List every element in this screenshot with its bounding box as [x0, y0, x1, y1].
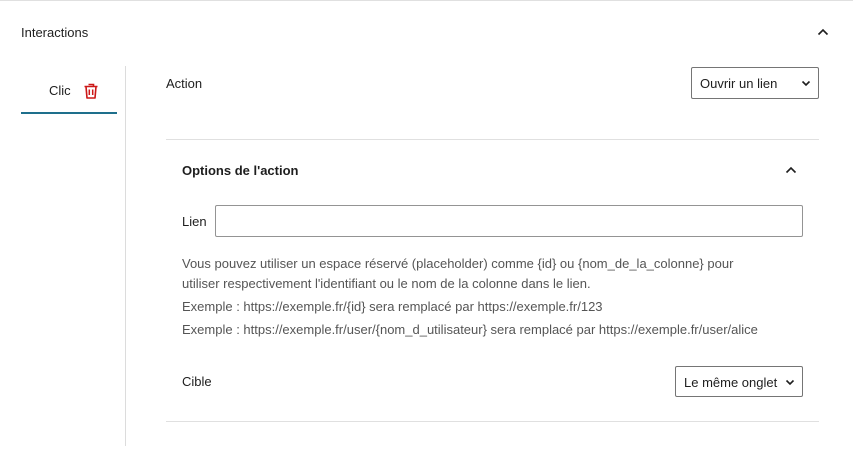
chevron-up-icon[interactable]	[815, 24, 831, 40]
panel-title: Interactions	[21, 25, 89, 40]
help-text-line2: utiliser respectivement l'identifiant ou…	[182, 276, 591, 291]
tabs-divider	[125, 66, 126, 446]
help-text-line1: Vous pouvez utiliser un espace réservé (…	[182, 256, 734, 271]
chevron-down-icon	[784, 376, 796, 388]
chevron-down-icon	[800, 77, 812, 89]
section-bottom-divider	[166, 421, 819, 422]
tab-clic[interactable]: Clic	[21, 70, 117, 114]
chevron-up-icon[interactable]	[783, 162, 799, 178]
tab-label: Clic	[49, 83, 71, 98]
action-select[interactable]: Ouvrir un lien	[691, 67, 819, 99]
action-select-value: Ouvrir un lien	[700, 76, 778, 91]
target-label: Cible	[182, 374, 212, 389]
target-select-value: Le même onglet	[684, 375, 778, 390]
top-divider	[0, 0, 853, 1]
link-label: Lien	[182, 214, 207, 229]
action-label: Action	[166, 76, 203, 91]
example-text-1: Exemple : https://exemple.fr/{id} sera r…	[182, 299, 603, 314]
options-title: Options de l'action	[182, 163, 299, 178]
section-divider	[166, 139, 819, 140]
link-input[interactable]	[215, 205, 803, 237]
trash-icon[interactable]	[81, 81, 101, 101]
example-text-2: Exemple : https://exemple.fr/user/{nom_d…	[182, 322, 758, 337]
target-select[interactable]: Le même onglet	[675, 366, 803, 397]
